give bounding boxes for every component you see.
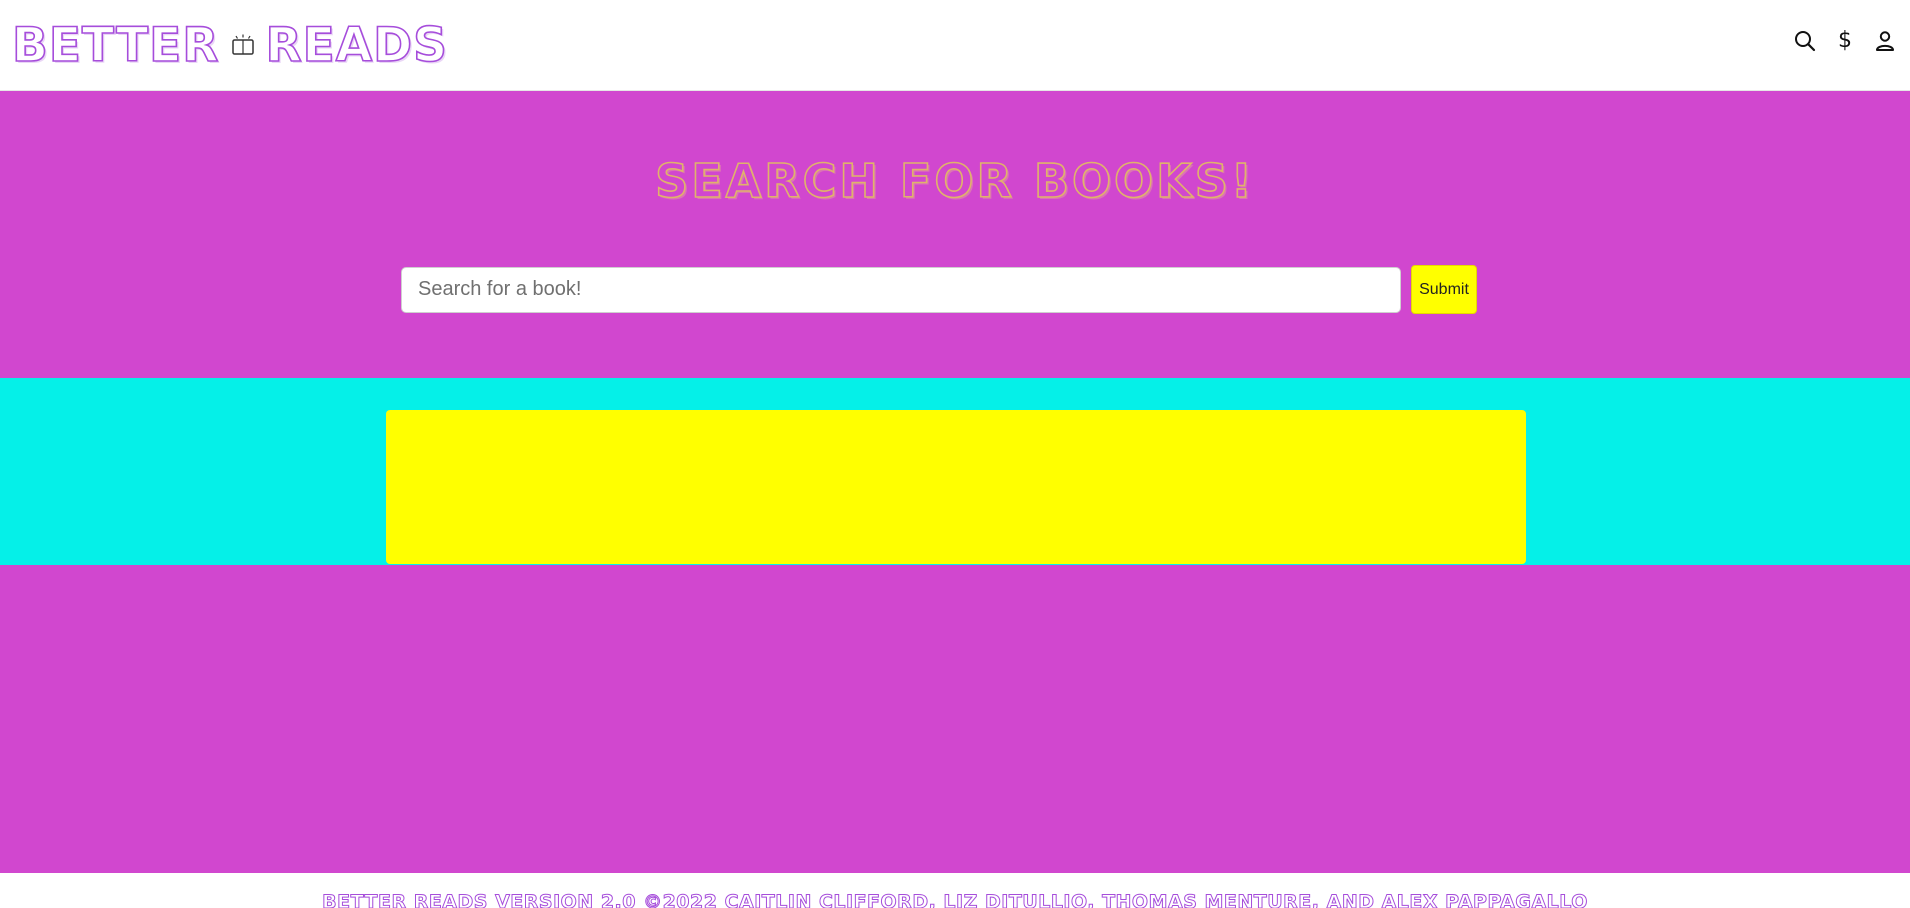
brand-word-reads: READS (265, 17, 448, 73)
search-input[interactable] (401, 266, 1401, 313)
header-nav-icons: $ (1792, 28, 1898, 54)
open-book-icon (229, 31, 257, 59)
brand-logo-link[interactable]: BETTER READS (11, 16, 448, 74)
results-panel (386, 410, 1526, 564)
footer-credits: BETTER READS VERSION 2.0 ©2022 CAITLIN C… (322, 891, 1588, 908)
brand-word-better: BETTER (11, 17, 220, 73)
site-header: BETTER READS $ (0, 0, 1910, 91)
search-form: Submit (401, 265, 1477, 314)
search-hero: SEARCH FOR BOOKS! Submit (0, 91, 1910, 378)
page-title: SEARCH FOR BOOKS! (654, 153, 1255, 209)
results-section (0, 378, 1910, 565)
search-icon[interactable] (1792, 28, 1818, 54)
site-footer: BETTER READS VERSION 2.0 ©2022 CAITLIN C… (0, 873, 1910, 908)
dollar-glyph: $ (1838, 28, 1852, 53)
dollar-icon[interactable]: $ (1832, 28, 1858, 54)
user-icon[interactable] (1872, 28, 1898, 54)
content-background (0, 565, 1910, 873)
submit-button[interactable]: Submit (1411, 265, 1477, 314)
